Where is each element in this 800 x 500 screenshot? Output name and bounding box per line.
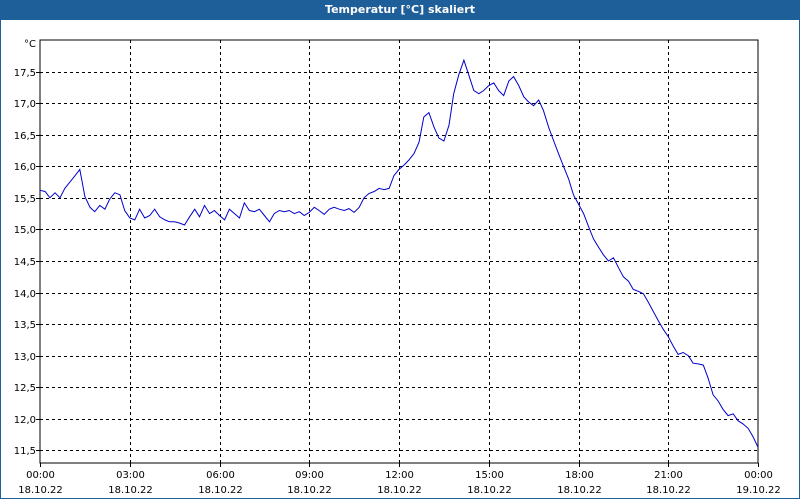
y-tick-label: 11,5 [14,446,36,457]
y-tick-label: 14,0 [14,289,36,300]
y-tick-label: 12,0 [14,415,36,426]
x-tick-time: 21:00 [654,470,683,481]
x-tick-time: 06:00 [206,470,235,481]
x-tick-date: 18.10.22 [108,485,153,496]
temperature-chart: 11,5 12,0 12,5 13,0 13,5 14,0 14,5 15,0 15,5 16,0… [14,39,781,496]
y-tick-label: 17,0 [14,99,36,110]
x-tick-date: 19.10.22 [736,485,781,496]
x-tick-time: 15:00 [475,470,504,481]
y-tick-label: 15,0 [14,225,36,236]
y-tick-label: 17,5 [14,68,36,79]
y-tick-label: 12,5 [14,383,36,394]
x-tick-time: 03:00 [116,470,145,481]
x-tick-time: 12:00 [385,470,414,481]
x-tick-date: 18.10.22 [377,485,422,496]
x-tick-time: 09:00 [295,470,324,481]
y-tick-label: 16,5 [14,131,36,142]
y-tick-label: 14,5 [14,257,36,268]
x-tick-date: 18.10.22 [646,485,691,496]
chart-window: Temperatur [°C] skaliert 11,5 12,0 12,5 13,… [0,0,800,500]
x-tick-date: 18.10.22 [467,485,512,496]
y-tick-label: 16,0 [14,162,36,173]
x-tick-date: 18.10.22 [18,485,63,496]
x-tick-time: 18:00 [565,470,594,481]
y-axis-label: °C [24,39,36,50]
x-tick-date: 18.10.22 [557,485,602,496]
x-tick-date: 18.10.22 [287,485,332,496]
x-tick-time: 00:00 [744,470,773,481]
y-tick-label: 13,5 [14,320,36,331]
y-tick-label: 15,5 [14,194,36,205]
x-tick-time: 00:00 [26,470,55,481]
x-tick-date: 18.10.22 [198,485,243,496]
y-tick-label: 13,0 [14,352,36,363]
